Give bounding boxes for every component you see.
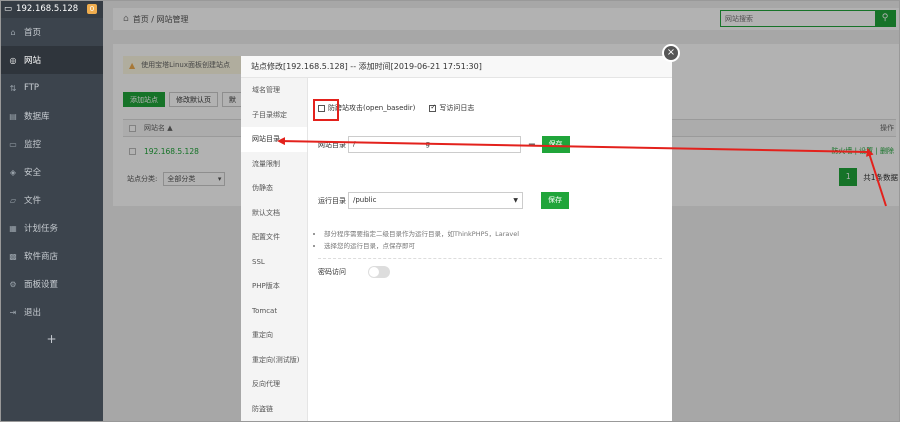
home-icon: ⌂ bbox=[10, 27, 16, 37]
dialog-menu-item[interactable]: 流量限制 bbox=[241, 152, 307, 177]
sidebar-item[interactable]: ▭ 监控 bbox=[0, 130, 103, 158]
server-ip: 192.168.5.128 bbox=[16, 4, 79, 14]
sidebar-item[interactable]: ▦ 计划任务 bbox=[0, 214, 103, 242]
access-log-checkbox[interactable] bbox=[429, 103, 437, 112]
ftp-icon: ⇅ bbox=[9, 83, 17, 93]
sidebar-item-label: 数据库 bbox=[24, 112, 50, 122]
run-dir-row: 运行目录 /public ▼ 保存 bbox=[318, 192, 569, 209]
sidebar-item-label: 网站 bbox=[24, 56, 42, 66]
annotation-box bbox=[313, 99, 339, 121]
run-dir-label: 运行目录 bbox=[318, 196, 346, 205]
calendar-icon: ▦ bbox=[9, 223, 17, 233]
password-access-toggle[interactable] bbox=[368, 266, 390, 278]
globe-icon: ◎ bbox=[9, 55, 17, 65]
dialog-menu-item[interactable]: 域名管理 bbox=[241, 78, 307, 103]
sidebar: ▭ 192.168.5.128 0 ⌂ 首页 ◎ 网站 ⇅ FTP ▤ 数据库 ▭ 监控 ◈ 安全 ▱ 文… bbox=[0, 0, 103, 422]
chevron-down-icon: ▼ bbox=[513, 197, 518, 204]
sidebar-item[interactable]: ◈ 安全 bbox=[0, 158, 103, 186]
dialog-content: 防跨站攻击(open_basedir) 写访问日志 网站目录 / g ▬ 保存 … bbox=[308, 78, 672, 422]
monitor-icon: ▭ bbox=[4, 4, 13, 14]
sidebar-item[interactable]: ◎ 网站 bbox=[0, 46, 103, 74]
sidebar-header: ▭ 192.168.5.128 0 bbox=[0, 0, 103, 18]
dialog-menu-item[interactable]: 防盗链 bbox=[241, 397, 307, 422]
sidebar-item[interactable]: ⇅ FTP bbox=[0, 74, 103, 102]
sidebar-item[interactable]: ⌂ 首页 bbox=[0, 18, 103, 46]
tip-item: 选择您的运行目录，点保存即可 bbox=[324, 240, 519, 252]
password-access-row: 密码访问 bbox=[318, 266, 390, 278]
dialog-menu-item[interactable]: 伪静态 bbox=[241, 176, 307, 201]
sidebar-item[interactable]: ▤ 数据库 bbox=[0, 102, 103, 130]
site-edit-dialog: 站点修改[192.168.5.128] -- 添加时间[2019-06-21 1… bbox=[241, 56, 672, 422]
password-access-label: 密码访问 bbox=[318, 268, 346, 276]
folder-icon: ▱ bbox=[9, 195, 17, 205]
sidebar-item-label: 安全 bbox=[24, 168, 42, 178]
logout-icon: ⇥ bbox=[9, 307, 17, 317]
dialog-menu-item[interactable]: Tomcat bbox=[241, 299, 307, 324]
grid-icon: ▩ bbox=[9, 251, 17, 261]
close-icon[interactable]: × bbox=[662, 44, 680, 62]
site-dir-row: 网站目录 / g ▬ 保存 bbox=[318, 136, 570, 153]
sidebar-item-label: 文件 bbox=[24, 196, 42, 206]
sidebar-item-label: 监控 bbox=[24, 140, 42, 150]
sidebar-item-label: 软件商店 bbox=[24, 252, 59, 262]
sidebar-item-label: FTP bbox=[24, 83, 40, 93]
tips-list: 部分程序需要指定二级目录作为运行目录，如ThinkPHP5，Laravel 选择… bbox=[324, 228, 519, 252]
shield-icon: ◈ bbox=[9, 167, 17, 177]
dialog-menu-item[interactable]: PHP版本 bbox=[241, 274, 307, 299]
dialog-menu-item[interactable]: 反向代理 bbox=[241, 372, 307, 397]
sidebar-item-label: 退出 bbox=[24, 308, 42, 318]
dialog-title: 站点修改[192.168.5.128] -- 添加时间[2019-06-21 1… bbox=[241, 56, 672, 78]
gear-icon: ⚙ bbox=[9, 279, 17, 289]
anti-xss-label: 防跨站攻击(open_basedir) bbox=[328, 104, 416, 112]
sidebar-item-label: 面板设置 bbox=[24, 280, 59, 290]
site-dir-label: 网站目录 bbox=[318, 140, 346, 149]
sidebar-item[interactable]: ▩ 软件商店 bbox=[0, 242, 103, 270]
dialog-menu-item[interactable]: 子目录绑定 bbox=[241, 103, 307, 128]
dialog-menu-item[interactable]: 网站目录 bbox=[241, 127, 307, 152]
tip-item: 部分程序需要指定二级目录作为运行目录，如ThinkPHP5，Laravel bbox=[324, 228, 519, 240]
dialog-menu-item[interactable]: SSL bbox=[241, 250, 307, 275]
sidebar-item[interactable]: ⚙ 面板设置 bbox=[0, 270, 103, 298]
sidebar-item-label: 首页 bbox=[24, 28, 42, 38]
dialog-menu-item[interactable]: 重定向 bbox=[241, 323, 307, 348]
sidebar-item[interactable]: ▱ 文件 bbox=[0, 186, 103, 214]
notification-badge[interactable]: 0 bbox=[87, 4, 97, 14]
sidebar-item[interactable]: ⇥ 退出 bbox=[0, 298, 103, 326]
dialog-menu-item[interactable]: 配置文件 bbox=[241, 225, 307, 250]
dialog-menu: 域名管理 子目录绑定 网站目录 流量限制 伪静态 默认文档 配置文件 SSL PHP版本 Tomc… bbox=[241, 78, 308, 422]
monitor-icon: ▭ bbox=[9, 139, 17, 149]
sidebar-item-label: 计划任务 bbox=[24, 224, 59, 234]
access-log-label: 写访问日志 bbox=[439, 104, 475, 112]
dialog-menu-item[interactable]: 默认文档 bbox=[241, 201, 307, 226]
add-menu-button[interactable]: + bbox=[0, 326, 103, 352]
database-icon: ▤ bbox=[9, 111, 17, 121]
site-dir-input[interactable]: / g bbox=[348, 136, 521, 153]
folder-icon[interactable]: ▬ bbox=[528, 140, 536, 149]
run-dir-select[interactable]: /public ▼ bbox=[348, 192, 523, 209]
save-run-dir-button[interactable]: 保存 bbox=[541, 192, 569, 209]
dialog-menu-item[interactable]: 重定向(测试版) bbox=[241, 348, 307, 373]
save-site-dir-button[interactable]: 保存 bbox=[541, 136, 570, 153]
divider bbox=[318, 258, 662, 259]
